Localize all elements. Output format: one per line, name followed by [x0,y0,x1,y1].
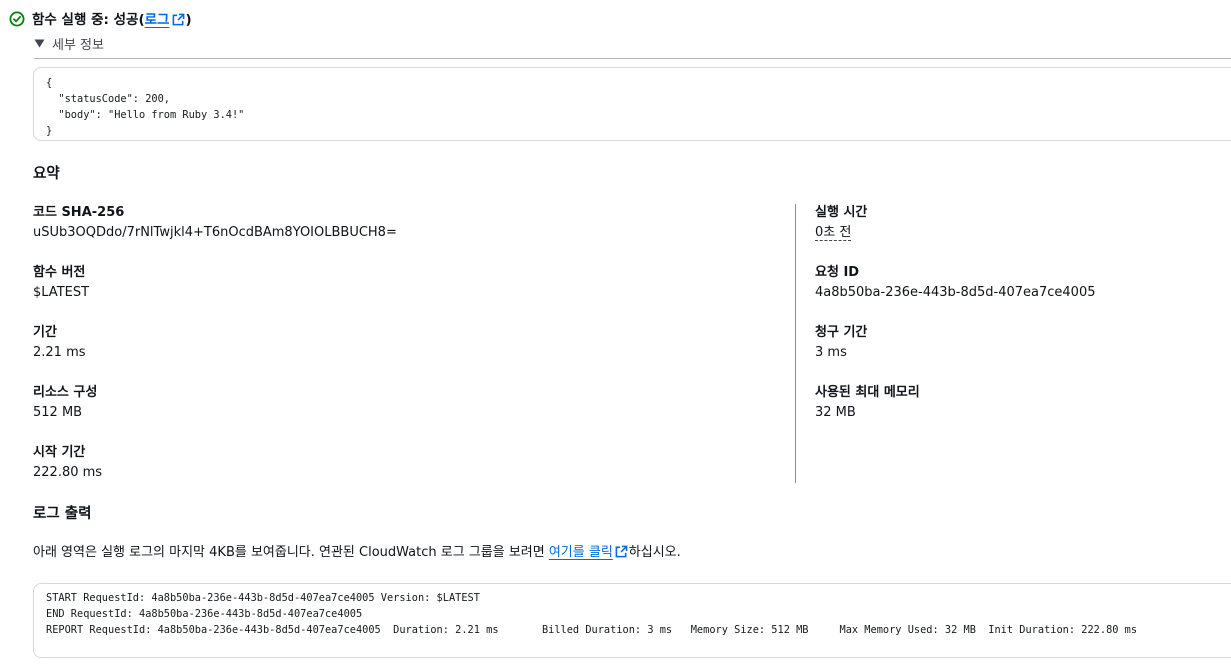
summary-label: 리소스 구성 [33,385,98,400]
summary-item-duration: 기간 2.21 ms [33,323,86,363]
details-toggle-label: 세부 정보 [52,37,104,53]
summary-item-max-memory: 사용된 최대 메모리 32 MB [815,383,920,423]
summary-label: 청구 기간 [815,325,868,340]
summary-label: 요청 ID [815,265,860,280]
relative-time[interactable]: 0초 전 [815,225,852,241]
summary-title: 요약 [33,166,60,182]
response-line: "statusCode": 200, [46,93,170,105]
cloudwatch-link[interactable]: 여기를 클릭 [549,545,629,560]
summary-label: 시작 기간 [33,445,86,460]
summary-value: 4a8b50ba-236e-443b-8d5d-407ea7ce4005 [815,285,1096,300]
response-code-box: { "statusCode": 200, "body": "Hello from… [33,67,1231,141]
summary-value: 512 MB [33,405,83,420]
success-check-icon [9,11,25,27]
summary-item-code-sha: 코드 SHA-256 uSUb3OQDdo/7rNlTwjkl4+T6nOcdB… [33,203,397,243]
external-link-icon [615,545,628,565]
log-link[interactable]: 로그 [145,12,186,28]
log-output-title: 로그 출력 [33,506,92,522]
summary-label: 기간 [33,325,57,340]
summary-label: 함수 버전 [33,265,86,280]
summary-label: 코드 SHA-256 [33,205,125,220]
summary-value: 32 MB [815,405,856,420]
response-line: { [46,77,53,89]
log-line: REPORT RequestId: 4a8b50ba-236e-443b-8d5… [46,624,1138,636]
summary-value: $LATEST [33,285,90,300]
response-line: } [46,125,53,137]
external-link-icon [172,13,185,30]
details-toggle[interactable]: 세부 정보 [34,34,104,53]
log-line: END RequestId: 4a8b50ba-236e-443b-8d5d-4… [46,608,363,620]
summary-label: 사용된 최대 메모리 [815,385,920,400]
divider [34,58,1231,59]
caret-down-icon [34,39,45,48]
summary-item-billed-duration: 청구 기간 3 ms [815,323,867,363]
summary-item-function-version: 함수 버전 $LATEST [33,263,89,303]
summary-value: 3 ms [815,345,847,360]
log-line: START RequestId: 4a8b50ba-236e-443b-8d5d… [46,592,480,604]
response-line: "body": "Hello from Ruby 3.4!" [46,109,245,121]
summary-item-execution-time: 실행 시간 0초 전 [815,203,867,243]
column-divider [795,204,796,483]
summary-item-init-duration: 시작 기간 222.80 ms [33,443,102,483]
log-output-box: START RequestId: 4a8b50ba-236e-443b-8d5d… [33,583,1231,658]
summary-value: uSUb3OQDdo/7rNlTwjkl4+T6nOcdBAm8YOIOLBBU… [33,225,397,240]
summary-label: 실행 시간 [815,205,868,220]
execution-status-header: 함수 실행 중: 성공(로그) [9,9,192,29]
status-text: 함수 실행 중: 성공(로그) [32,12,192,28]
summary-item-request-id: 요청 ID 4a8b50ba-236e-443b-8d5d-407ea7ce40… [815,263,1095,303]
log-output-description: 아래 영역은 실행 로그의 마지막 4KB를 보여줍니다. 연관된 CloudW… [33,543,681,565]
summary-value: 222.80 ms [33,465,103,480]
summary-value: 2.21 ms [33,345,86,360]
summary-item-resources: 리소스 구성 512 MB [33,383,97,423]
